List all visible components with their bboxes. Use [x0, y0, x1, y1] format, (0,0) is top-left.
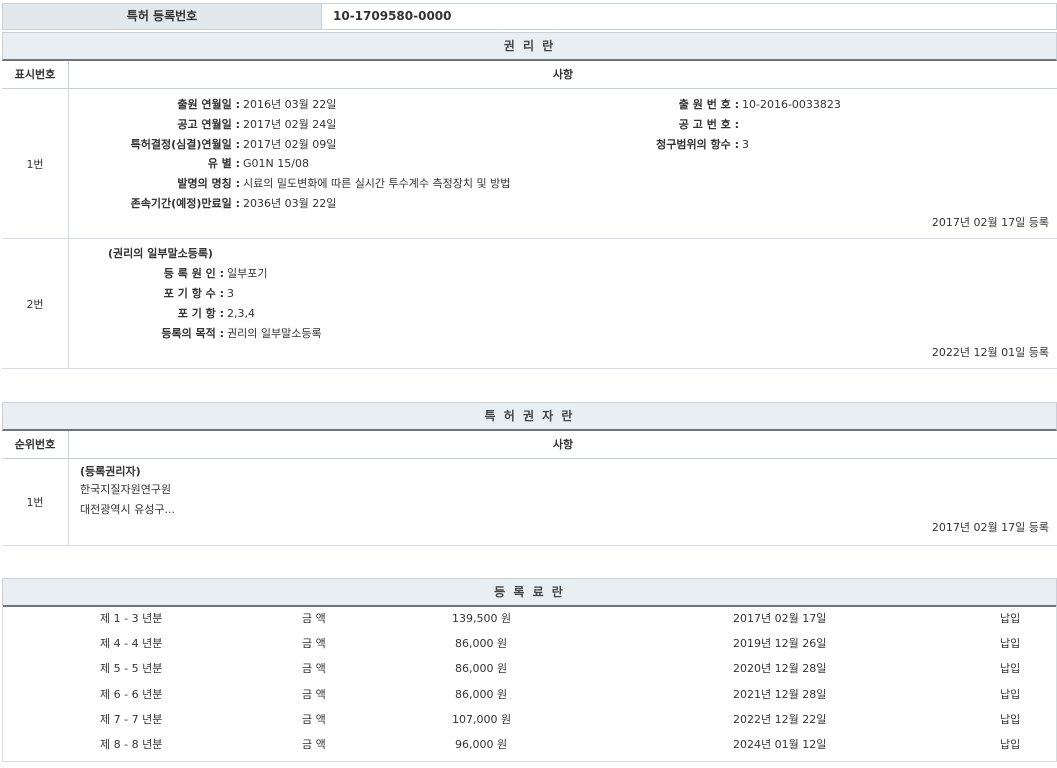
- fee-amount: 86,000 원: [455, 656, 507, 681]
- registration-date: 2017년 02월 17일 등록: [932, 214, 1049, 230]
- fee-amount: 86,000 원: [455, 682, 507, 707]
- fee-amount: 107,000 원: [452, 707, 511, 732]
- rights-value: 일부포기: [227, 264, 267, 284]
- fee-period: 제 6 - 6 년분: [100, 682, 162, 707]
- rights-value: G01N 15/08: [243, 154, 309, 174]
- fee-amount-label: 금 액: [302, 631, 326, 656]
- registration-number-label: 특허 등록번호: [3, 4, 322, 29]
- fee-amount-label: 금 액: [302, 682, 326, 707]
- rights-col-num: 표시번호: [2, 61, 69, 88]
- rights-row-1: 1번 출원 연월일 : 2016년 03월 22일 공고 연월일 : 2017년…: [2, 89, 1057, 239]
- fee-amount-label: 금 액: [302, 606, 326, 631]
- fee-status: 납입: [1000, 707, 1020, 732]
- fee-date: 2019년 12월 26일: [733, 631, 826, 656]
- fee-date: 2022년 12월 22일: [733, 707, 826, 732]
- fee-date: 2017년 02월 17일: [733, 606, 826, 631]
- fee-row: 제 6 - 6 년분 금 액 86,000 원 2021년 12월 28일 납입: [2, 682, 1057, 707]
- rights-key: 존속기간(예정)만료일 :: [2, 194, 240, 214]
- fee-amount: 86,000 원: [455, 631, 507, 656]
- fee-amount-label: 금 액: [302, 656, 326, 681]
- holders-row-number: 1번: [2, 459, 69, 545]
- rights-value: 2036년 03월 22일: [243, 194, 336, 214]
- rights-row-2: 2번 (권리의 일부말소등록) 등 록 원 인 : 일부포기 포 기 항 수 :…: [2, 239, 1057, 369]
- rights-col-detail: 사항: [69, 61, 1057, 88]
- fee-period: 제 1 - 3 년분: [100, 606, 162, 631]
- rights-key: 포 기 항 수 :: [2, 284, 224, 304]
- registration-number-bar: 특허 등록번호 10-1709580-0000: [2, 3, 1057, 30]
- fee-status: 납입: [1000, 631, 1020, 656]
- fee-date: 2020년 12월 28일: [733, 656, 826, 681]
- fee-period: 제 4 - 4 년분: [100, 631, 162, 656]
- holders-col-detail: 사항: [69, 431, 1057, 458]
- holders-column-header: 순위번호 사항: [2, 431, 1057, 459]
- fee-amount-label: 금 액: [302, 707, 326, 732]
- rights-value: 시료의 밀도변화에 따른 실시간 투수계수 측정장치 및 방법: [243, 174, 510, 194]
- fee-date: 2021년 12월 28일: [733, 682, 826, 707]
- fee-amount: 139,500 원: [452, 606, 511, 631]
- rights-key: 청구범위의 항수 :: [2, 135, 739, 155]
- registration-date: 2017년 02월 17일 등록: [932, 519, 1049, 535]
- fee-row: 제 1 - 3 년분 금 액 139,500 원 2017년 02월 17일 납…: [2, 606, 1057, 631]
- rights-column-header: 표시번호 사항: [2, 61, 1057, 89]
- fee-period: 제 8 - 8 년분: [100, 732, 162, 757]
- rights-key: 출 원 번 호 :: [2, 95, 739, 115]
- fee-date: 2024년 01월 12일: [733, 732, 826, 757]
- rights-value: 3: [227, 284, 234, 304]
- rights-value: 2,3,4: [227, 304, 255, 324]
- fee-period: 제 7 - 7 년분: [100, 707, 162, 732]
- fee-status: 납입: [1000, 682, 1020, 707]
- rights-key: 등 록 원 인 :: [2, 264, 224, 284]
- fee-amount: 96,000 원: [455, 732, 507, 757]
- rights-value: 3: [742, 135, 749, 155]
- holders-section-header: 특 허 권 자 란: [2, 402, 1057, 431]
- holders-col-num: 순위번호: [2, 431, 69, 458]
- rights-value: 권리의 일부말소등록: [227, 324, 322, 344]
- holder-name: 한국지질자원연구원: [80, 480, 171, 500]
- rights-value: 10-2016-0033823: [742, 95, 841, 115]
- fee-row: 제 5 - 5 년분 금 액 86,000 원 2020년 12월 28일 납입: [2, 656, 1057, 681]
- fee-row: 제 4 - 4 년분 금 액 86,000 원 2019년 12월 26일 납입: [2, 631, 1057, 656]
- holder-heading: (등록권리자): [80, 462, 141, 482]
- holders-row-1: 1번 (등록권리자) 한국지질자원연구원 대전광역시 유성구... 2017년 …: [2, 459, 1057, 546]
- rights-key: 등록의 목적 :: [2, 324, 224, 344]
- rights-key: 유 별 :: [2, 154, 240, 174]
- rights-key: 공 고 번 호 :: [2, 115, 739, 135]
- rights-section-header: 권 리 란: [2, 32, 1057, 61]
- holder-address: 대전광역시 유성구...: [80, 500, 175, 520]
- rights-key: 발명의 명칭 :: [2, 174, 240, 194]
- registration-number-value: 10-1709580-0000: [333, 4, 452, 29]
- rights-key: 포 기 항 :: [2, 304, 224, 324]
- fee-row: 제 7 - 7 년분 금 액 107,000 원 2022년 12월 22일 납…: [2, 707, 1057, 732]
- fee-amount-label: 금 액: [302, 732, 326, 757]
- fees-section-header: 등 록 료 란: [2, 578, 1057, 607]
- rights-entry-heading: (권리의 일부말소등록): [108, 244, 213, 264]
- fee-period: 제 5 - 5 년분: [100, 656, 162, 681]
- fee-row: 제 8 - 8 년분 금 액 96,000 원 2024년 01월 12일 납입: [2, 732, 1057, 757]
- registration-date: 2022년 12월 01일 등록: [932, 344, 1049, 360]
- fee-status: 납입: [1000, 656, 1020, 681]
- fee-status: 납입: [1000, 732, 1020, 757]
- fee-status: 납입: [1000, 606, 1020, 631]
